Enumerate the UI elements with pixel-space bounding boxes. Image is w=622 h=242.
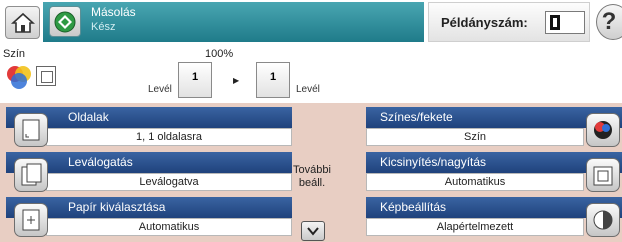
color-label: Szín [3,48,26,60]
reduce-enlarge-icon [586,158,620,192]
image-adjust-value: Alapértelmezett [366,218,584,236]
sides-title: Oldalak [68,110,109,124]
collate-icon [14,158,48,192]
sides-setting[interactable]: Oldalak 1, 1 oldalasra [6,107,292,151]
status-subtitle: Kész [91,21,116,33]
paper-select-icon [14,203,48,237]
copies-label: Példányszám: [441,15,528,30]
paper-select-setting[interactable]: Papír kiválasztása Automatikus [6,197,292,241]
help-icon: ? [601,8,617,35]
reduce-enlarge-title: Kicsinyítés/nagyítás [380,155,487,169]
status-title: Másolás [91,5,136,19]
home-icon [10,12,35,33]
image-adjust-icon [586,203,620,237]
duplex-icon [36,66,56,86]
home-button[interactable] [5,6,40,39]
color-black-setting[interactable]: Színes/fekete Szín [366,107,622,151]
color-black-title: Színes/fekete [380,110,453,124]
more-options-label[interactable]: További beáll. [284,164,340,190]
reduce-enlarge-setting[interactable]: Kicsinyítés/nagyítás Automatikus [366,152,622,196]
image-adjust-setting[interactable]: Képbeállítás Alapértelmezett [366,197,622,241]
copies-value [550,15,560,30]
color-black-value: Szín [366,128,584,146]
copy-preview: Szín 100% 1 Levél ▶ 1 Levél [0,46,622,101]
reduce-enlarge-value: Automatikus [366,173,584,191]
copies-panel: Példányszám: [428,2,590,42]
output-sheet: 1 [256,62,290,98]
collate-title: Leválogatás [68,155,133,169]
original-sheet: 1 [178,62,212,98]
copies-input[interactable] [545,11,585,34]
start-copy-icon [54,11,76,32]
output-label: Levél [296,84,320,95]
sides-icon [14,113,48,147]
color-black-icon [586,113,620,147]
paper-select-value: Automatikus [46,218,292,236]
paper-select-title: Papír kiválasztása [68,200,166,214]
image-adjust-title: Képbeállítás [380,200,447,214]
zoom-label: 100% [205,48,234,60]
help-button[interactable]: ? [596,4,622,40]
collate-setting[interactable]: Leválogatás Leválogatva [6,152,292,196]
scroll-down-button[interactable] [301,221,325,241]
settings-grid: Oldalak 1, 1 oldalasra Leválogatás Levál… [0,103,622,242]
sides-value: 1, 1 oldalasra [46,128,292,146]
collate-value: Leválogatva [46,173,292,191]
top-bar: Másolás Kész Példányszám: ? [0,0,622,44]
arrow-right-icon: ▶ [233,76,240,85]
start-copy-button[interactable] [49,6,81,37]
chevron-down-icon [307,227,319,236]
status-panel: Másolás Kész [43,2,424,42]
original-label: Levél [148,84,172,95]
color-mode-icon [7,66,31,89]
